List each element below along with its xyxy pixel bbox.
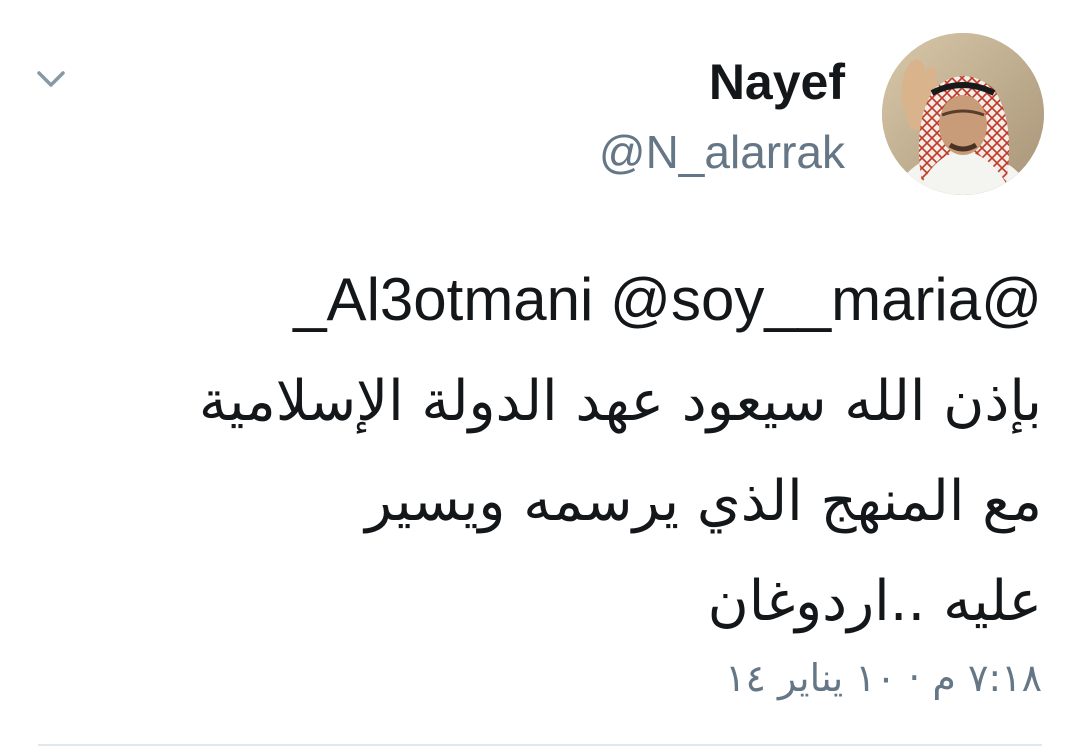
tweet-text-line: عليه ..اردوغان [707,569,1042,634]
mention-al3otmani[interactable]: _Al3otmani [293,266,593,333]
mention-soy-maria[interactable]: @soy__maria@ [610,266,1042,333]
tweet: Nayef @N_alarrak _Al3otmani @soy__maria@… [0,0,1080,750]
tweet-text-line: مع المنهج الذي يرسمه ويسير [365,469,1042,534]
author-handle[interactable]: @N_alarrak [599,123,845,181]
mentions: _Al3otmani @soy__maria@ [293,250,1042,350]
tweet-mentions-line: _Al3otmani @soy__maria@ [42,250,1042,352]
tweet-text: _Al3otmani @soy__maria@ بإذن الله سيعود … [42,250,1042,652]
avatar[interactable] [882,33,1044,195]
chevron-down-icon[interactable] [34,64,68,94]
author-display-name[interactable]: Nayef [709,52,845,112]
tweet-text-line: بإذن الله سيعود عهد الدولة الإسلامية [198,369,1042,434]
divider [38,744,1042,746]
tweet-timestamp[interactable]: ٧:١٨ م · ١٠ يناير ١٤ [725,648,1042,708]
